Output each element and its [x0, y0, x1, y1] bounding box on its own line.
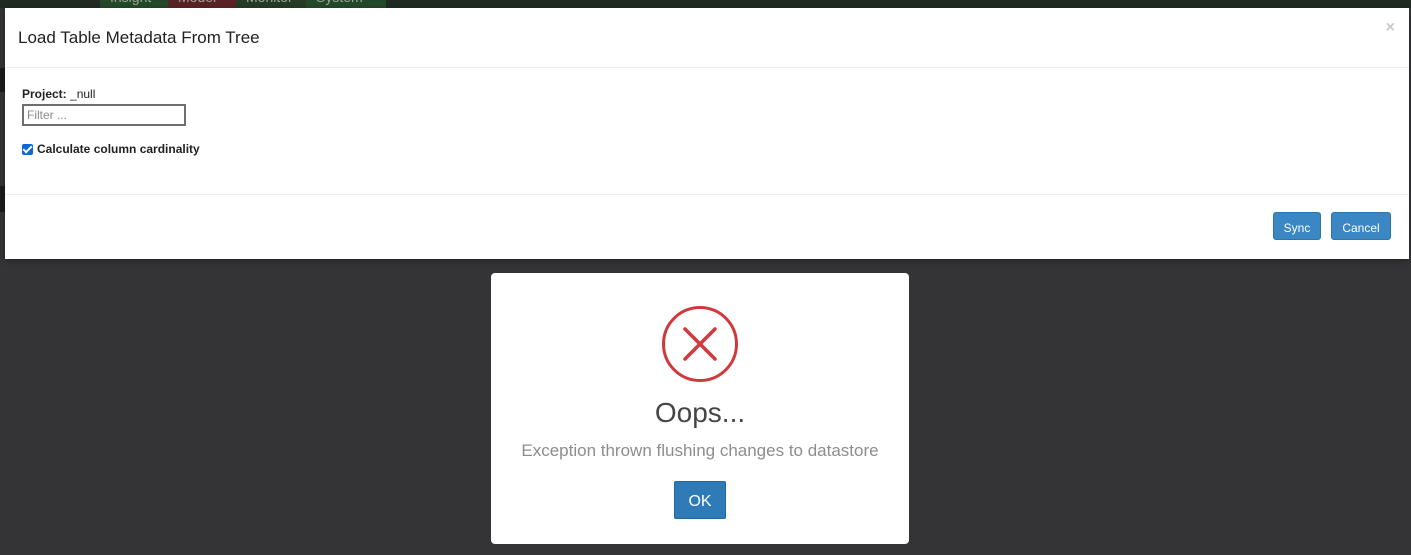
alert-title: Oops...	[654, 397, 746, 428]
project-value: _null	[70, 87, 96, 101]
modal-title: Load Table Metadata From Tree	[18, 28, 260, 47]
sync-button[interactable]: Sync	[1273, 212, 1321, 240]
close-icon[interactable]: ×	[1386, 19, 1395, 37]
cardinality-checkbox-label: Calculate column cardinality	[37, 142, 200, 156]
error-x-icon	[662, 306, 738, 382]
load-metadata-modal: Load Table Metadata From Tree × Project:…	[5, 8, 1409, 259]
project-line: Project: _null	[22, 87, 95, 101]
cardinality-checkbox-row[interactable]: Calculate column cardinality	[22, 142, 200, 156]
modal-footer: Sync Cancel	[5, 194, 1409, 260]
top-nav: Insight Model Monitor System	[0, 0, 1411, 8]
error-alert-dialog: Oops... Exception thrown flushing change…	[491, 273, 909, 544]
cardinality-checkbox[interactable]	[22, 143, 33, 155]
nav-tab-monitor[interactable]: Monitor	[236, 0, 316, 8]
ok-button[interactable]: OK	[674, 481, 726, 519]
project-label: Project:	[22, 87, 67, 101]
alert-message: Exception thrown flushing changes to dat…	[521, 441, 879, 460]
cancel-button[interactable]: Cancel	[1331, 212, 1391, 240]
modal-header: Load Table Metadata From Tree ×	[5, 8, 1409, 68]
filter-input[interactable]	[22, 104, 186, 126]
nav-tab-system[interactable]: System	[306, 0, 386, 8]
